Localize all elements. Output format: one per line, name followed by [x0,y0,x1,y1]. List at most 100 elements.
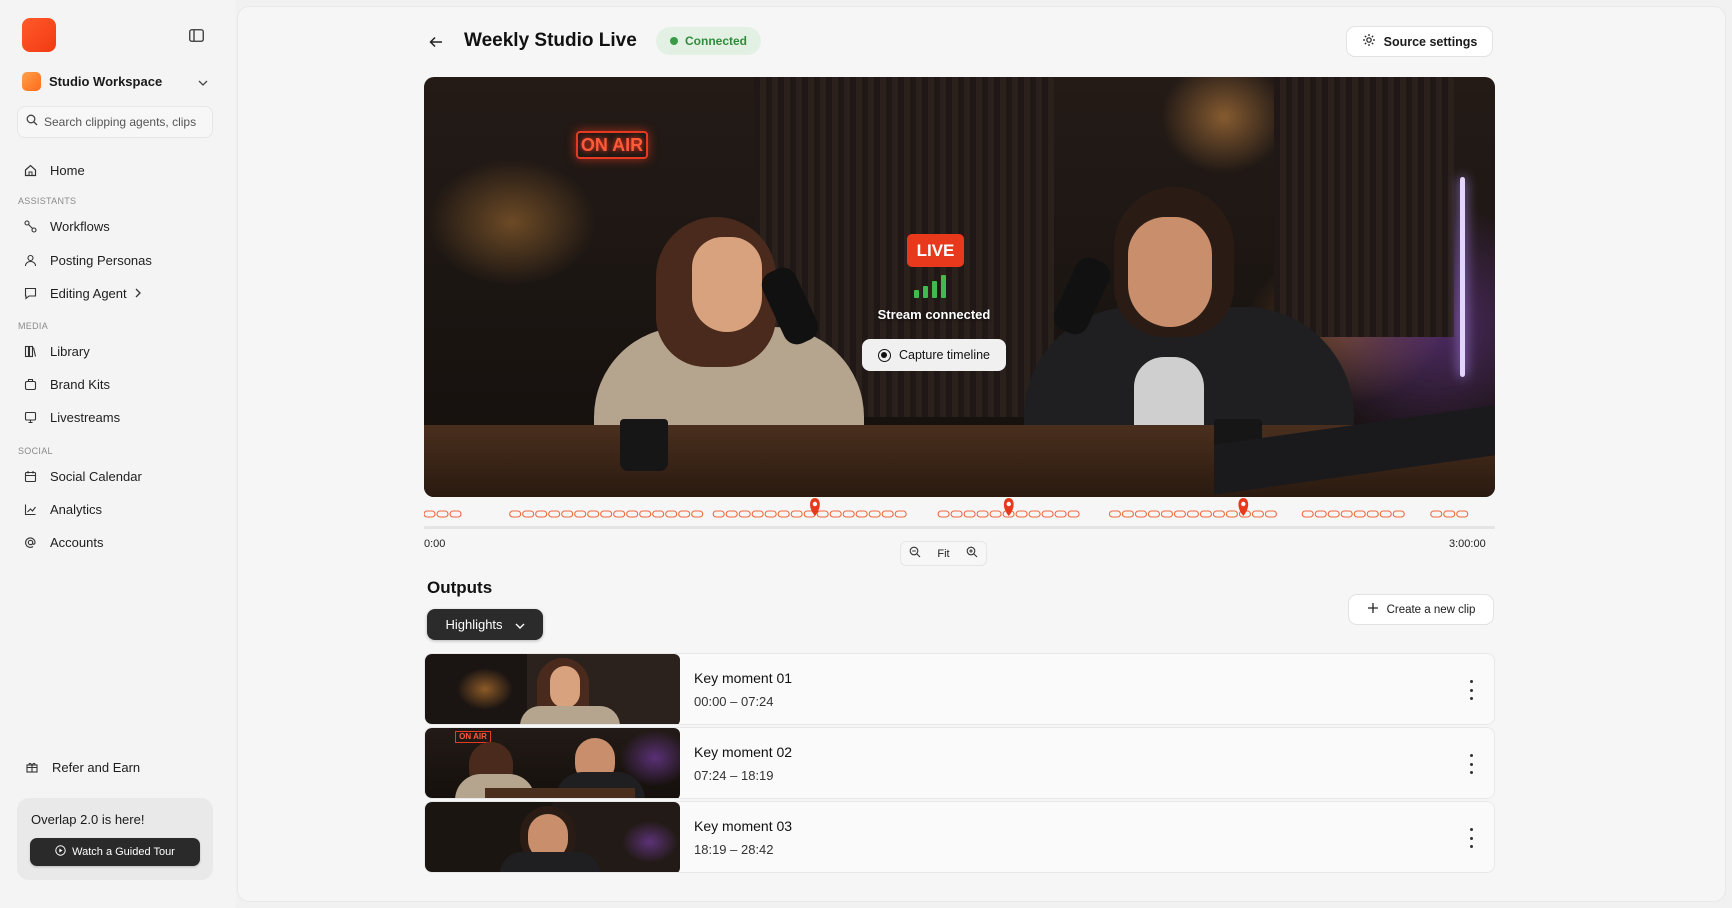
search-input[interactable] [44,115,204,129]
timeline-scrubber-track[interactable] [424,526,1495,529]
sidebar-item-label: Livestreams [50,409,121,425]
timeline-segment [522,510,535,518]
sidebar-item-livestreams[interactable]: Livestreams [22,405,212,429]
app-logo[interactable] [22,18,56,52]
workspace-switcher[interactable]: Studio Workspace [22,70,208,92]
status-label: Connected [685,34,748,48]
sidebar-item-label: Posting Personas [50,252,152,268]
sidebar-item-library[interactable]: Library [22,339,212,363]
zoom-out-icon[interactable] [909,546,921,561]
sidebar-item-analytics[interactable]: Analytics [22,497,212,521]
sidebar-item-brand-kits[interactable]: Brand Kits [22,372,212,396]
timeline-segment [976,510,989,518]
timeline-segment [423,510,436,518]
create-clip-button[interactable]: Create a new clip [1348,594,1494,625]
live-video-preview[interactable]: ON AIR LIVE Stream connected Capture tim… [424,77,1495,497]
sidebar-item-posting-personas[interactable]: Posting Personas [22,248,212,272]
timeline-segment [1121,510,1134,518]
library-icon [22,343,38,359]
timeline-end-time: 3:00:00 [1449,538,1486,550]
timeline-segment [1028,510,1041,518]
back-arrow-icon[interactable] [426,32,446,52]
fit-button[interactable]: Fit [937,548,949,560]
home-icon [22,162,38,178]
timeline-segment [691,510,704,518]
source-settings-button[interactable]: Source settings [1346,26,1493,57]
sidebar-item-workflows[interactable]: Workflows [22,214,212,238]
timeline-marker-pin-icon[interactable] [1003,498,1014,516]
more-options-icon[interactable] [1466,754,1476,774]
timeline-segment [1392,510,1405,518]
timeline-segment [1147,510,1160,518]
live-badge: LIVE [907,234,964,267]
timeline-segment [548,510,561,518]
timeline-segment [561,510,574,518]
timeline[interactable] [423,490,1495,530]
sidebar-item-label: Editing Agent [50,285,127,301]
timeline-segment [950,510,963,518]
page-title: Weekly Studio Live [464,30,637,51]
timeline-segment [1067,510,1080,518]
clip-time-range: 07:24 – 18:19 [694,768,774,783]
create-clip-label: Create a new clip [1386,603,1476,616]
sidebar-item-label: Accounts [50,534,104,550]
timeline-segment [751,510,764,518]
clip-title: Key moment 03 [694,818,793,834]
timeline-segment [1314,510,1327,518]
sidebar-item-label: Home [50,162,85,178]
timeline-segment [574,510,587,518]
stream-overlay: LIVE Stream connected Capture timeline [424,77,1495,497]
section-label-assistants: ASSISTANTS [18,196,77,206]
timeline-segment [1054,510,1067,518]
clip-title: Key moment 01 [694,670,793,686]
timeline-segment [678,510,691,518]
source-settings-label: Source settings [1383,34,1478,49]
guided-tour-button[interactable]: Watch a Guided Tour [30,838,200,866]
timeline-segment [963,510,976,518]
timeline-segment [790,510,803,518]
timeline-marker-pin-icon[interactable] [810,498,820,516]
zoom-in-icon[interactable] [966,546,978,561]
sidebar-item-home[interactable]: Home [22,158,212,182]
refer-and-earn-link[interactable]: Refer and Earn [24,755,214,779]
timeline-segment [1108,510,1121,518]
clip-thumbnail[interactable] [425,654,680,724]
sidebar-item-social-calendar[interactable]: Social Calendar [22,464,212,488]
clip-row[interactable]: Key moment 03 18:19 – 28:42 [424,801,1495,873]
timeline-segment [1251,510,1264,518]
timeline-segment [868,510,881,518]
more-options-icon[interactable] [1466,828,1476,848]
timeline-segment [1199,510,1212,518]
timeline-segment [449,510,462,518]
outputs-heading: Outputs [427,578,493,597]
timeline-segment [1366,510,1379,518]
zoom-controls: Fit [900,541,987,566]
chevron-down-icon [198,74,208,89]
sidebar-toggle-icon[interactable] [186,26,206,44]
clip-time-range: 18:19 – 28:42 [694,842,774,857]
search-icon [26,113,38,131]
clip-thumbnail[interactable]: ON AIR [425,728,680,798]
stream-status-text: Stream connected [877,307,991,322]
more-options-icon[interactable] [1466,680,1476,700]
search-box[interactable] [17,106,213,138]
timeline-segment [1186,510,1199,518]
timeline-segment [665,510,678,518]
at-sign-icon [22,534,38,550]
capture-timeline-button[interactable]: Capture timeline [862,339,1006,371]
section-label-media: MEDIA [18,321,49,331]
workspace-avatar [22,71,41,91]
record-icon [877,348,891,362]
timeline-segment [626,510,639,518]
sidebar-item-editing-agent[interactable]: Editing Agent [22,281,212,305]
timeline-segment [1173,510,1186,518]
clip-row[interactable]: Key moment 01 00:00 – 07:24 [424,653,1495,725]
timeline-segment [1212,510,1225,518]
clip-thumbnail[interactable] [425,802,680,872]
timeline-track-svg[interactable] [423,490,1495,530]
output-filter-dropdown[interactable]: Highlights [427,609,543,640]
status-badge: Connected [656,27,762,55]
clip-row[interactable]: ON AIR Key moment 02 07:24 – 18:19 [424,727,1495,799]
timeline-segment [712,510,725,518]
sidebar-item-accounts[interactable]: Accounts [22,530,212,554]
